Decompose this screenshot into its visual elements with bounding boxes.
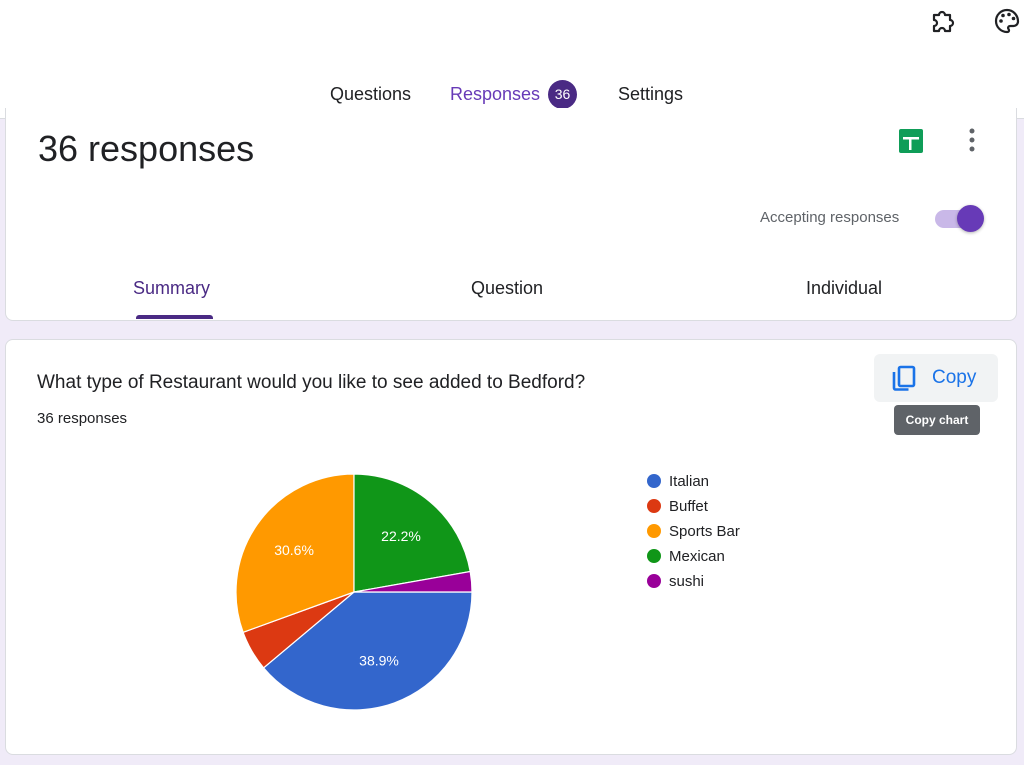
- toggle-knob[interactable]: [957, 205, 984, 232]
- subtab-summary[interactable]: Summary: [133, 278, 210, 299]
- active-subtab-indicator: [136, 315, 213, 319]
- puzzle-icon[interactable]: [928, 6, 958, 36]
- legend-label: Mexican: [669, 548, 725, 565]
- legend-swatch: [647, 549, 661, 563]
- legend-swatch: [647, 499, 661, 513]
- pie-chart: 38.9% 30.6% 22.2% Italian Buffet Sports Bar Me…: [235, 473, 740, 711]
- tab-settings-label: Settings: [618, 84, 684, 104]
- more-options-icon[interactable]: [961, 126, 983, 154]
- palette-icon[interactable]: [992, 6, 1022, 36]
- responses-count-title: 36 responses: [38, 128, 255, 169]
- legend-swatch: [647, 574, 661, 588]
- pie-label-italian: 38.9%: [359, 653, 399, 669]
- subtab-individual[interactable]: Individual: [806, 278, 882, 299]
- legend-swatch: [647, 524, 661, 538]
- legend-label: Sports Bar: [669, 523, 740, 540]
- legend-label: Italian: [669, 473, 709, 490]
- question-summary-card: What type of Restaurant would you like t…: [5, 339, 1017, 755]
- legend-label: Buffet: [669, 498, 709, 515]
- responses-summary-card: 36 responses Accepting responses Summary…: [5, 108, 1017, 321]
- tab-responses-label: Responses: [450, 84, 541, 104]
- accepting-responses-label: Accepting responses: [760, 209, 900, 226]
- sheets-icon[interactable]: [898, 128, 924, 154]
- pie-label-mexican: 22.2%: [381, 528, 421, 544]
- tab-questions-label: Questions: [330, 84, 412, 104]
- responses-count-badge: 36: [548, 80, 578, 109]
- legend-label: sushi: [669, 573, 704, 590]
- subtab-question[interactable]: Question: [471, 278, 543, 299]
- pie-label-sports-bar: 30.6%: [274, 542, 314, 558]
- top-bar: Questions Responses 36 Settings: [0, 0, 1024, 119]
- legend-swatch: [647, 474, 661, 488]
